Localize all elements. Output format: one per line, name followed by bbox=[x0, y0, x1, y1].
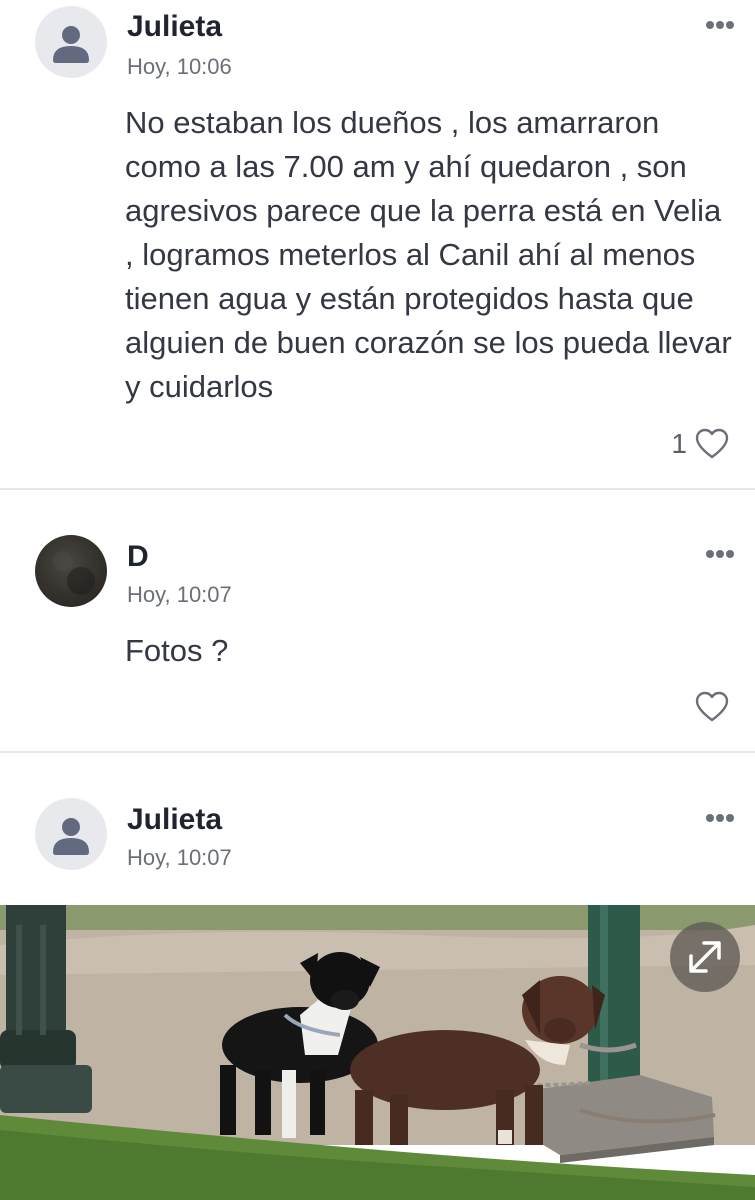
comment-1: Julieta Hoy, 10:06 No estaban los dueños… bbox=[0, 0, 755, 488]
dogs-photo-image bbox=[0, 905, 755, 1200]
avatar[interactable] bbox=[35, 535, 107, 607]
comment-timestamp: Hoy, 10:06 bbox=[127, 54, 232, 79]
like-count: 1 bbox=[671, 428, 687, 459]
comment-photo[interactable] bbox=[0, 905, 755, 1200]
more-horizontal-icon[interactable] bbox=[705, 813, 735, 823]
comment-author[interactable]: D bbox=[127, 540, 149, 574]
comment-timestamp: Hoy, 10:07 bbox=[127, 582, 232, 607]
comment-timestamp: Hoy, 10:07 bbox=[127, 845, 232, 870]
comment-author[interactable]: Julieta bbox=[127, 10, 222, 44]
expand-photo-button[interactable] bbox=[670, 922, 740, 992]
comment-text: Fotos ? bbox=[125, 633, 229, 668]
dark-photo-avatar bbox=[53, 551, 95, 595]
comment-author[interactable]: Julieta bbox=[127, 803, 222, 837]
comment-3: Julieta Hoy, 10:07 bbox=[0, 753, 755, 905]
like-control[interactable]: 1 bbox=[671, 426, 729, 462]
avatar[interactable] bbox=[35, 798, 107, 870]
heart-outline-icon[interactable] bbox=[695, 691, 729, 723]
more-horizontal-icon[interactable] bbox=[705, 20, 735, 30]
person-icon bbox=[53, 818, 89, 855]
expand-arrows-icon bbox=[689, 941, 721, 973]
comment-2: D Hoy, 10:07 Fotos ? bbox=[0, 490, 755, 751]
avatar[interactable] bbox=[35, 6, 107, 78]
heart-outline-icon[interactable] bbox=[695, 428, 729, 460]
person-icon bbox=[53, 26, 89, 63]
like-control[interactable] bbox=[687, 689, 729, 725]
comment-text: No estaban los dueños , los amarraron co… bbox=[125, 105, 732, 404]
more-horizontal-icon[interactable] bbox=[705, 549, 735, 559]
